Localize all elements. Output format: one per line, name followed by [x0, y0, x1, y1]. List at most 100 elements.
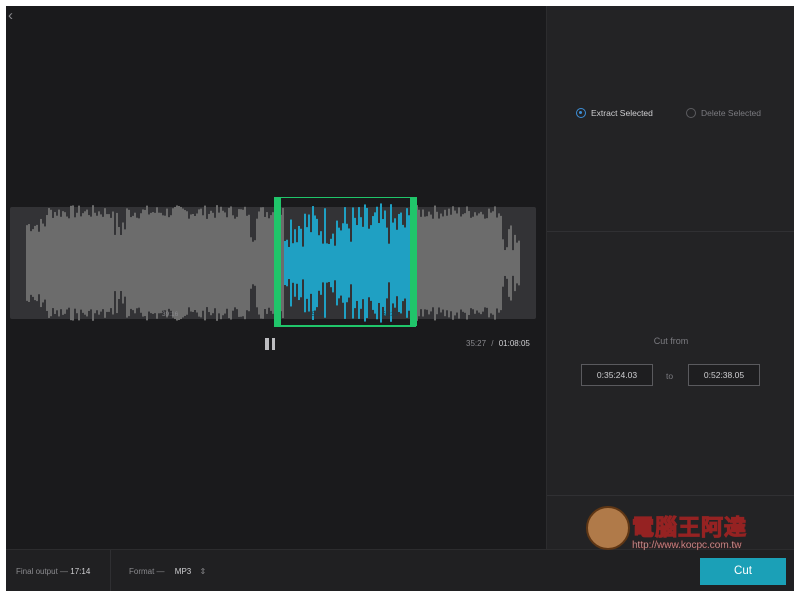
waveform-bar [364, 204, 366, 322]
waveform-bar [122, 222, 124, 304]
waveform-bar [28, 224, 30, 302]
selection-handle-right[interactable] [410, 197, 417, 326]
waveform-bar [262, 207, 264, 319]
waveform-bar [270, 215, 272, 311]
waveform-bar [96, 215, 98, 311]
waveform-bar [190, 214, 192, 312]
waveform-bar [348, 228, 350, 298]
waveform-bar [54, 212, 56, 314]
waveform-bar [208, 213, 210, 313]
waveform-bar [76, 212, 78, 314]
waveform-bar [334, 245, 336, 281]
waveform-bar [460, 216, 462, 310]
waveform-bar [384, 210, 386, 316]
waveform-bar [376, 206, 378, 320]
cut-from-label: Cut from [653, 336, 689, 346]
audio-waveform[interactable]: 39:16 45:58 50:39 [10, 197, 540, 329]
waveform-bar [30, 231, 32, 295]
back-icon[interactable]: ‹ [8, 8, 24, 24]
waveform-bar [116, 212, 118, 314]
waveform-bar [34, 225, 36, 301]
waveform-bar [214, 217, 216, 309]
waveform-bar [514, 234, 516, 292]
waveform-bar [268, 218, 270, 308]
waveform-bar [176, 205, 178, 321]
waveform-bar [74, 217, 76, 309]
end-time-input[interactable]: 0:52:38.05 [688, 364, 760, 386]
settings-panel: Extract Selected Delete Selected Cut fro… [546, 6, 794, 549]
waveform-bar [308, 214, 310, 312]
waveform-bar [372, 216, 374, 310]
waveform-bar [478, 213, 480, 313]
waveform-bar [350, 241, 352, 285]
waveform-bar [80, 216, 82, 310]
waveform-bar [356, 225, 358, 301]
waveform-bar [168, 217, 170, 309]
waveform-bar [398, 213, 400, 313]
waveform-bar [370, 225, 372, 301]
waveform-bar [58, 209, 60, 317]
waveform-bar [302, 246, 304, 280]
waveform-bar [162, 215, 164, 311]
section-divider [547, 495, 794, 496]
waveform-bar [472, 216, 474, 310]
waveform-panel: ‹ 39:16 45:58 50:39 35:27 / 01:08:05 [6, 6, 546, 549]
waveform-bar [264, 216, 266, 310]
selection-handle-left[interactable] [274, 197, 281, 326]
waveform-bar [374, 212, 376, 314]
waveform-bar [26, 225, 28, 301]
waveform-bar [272, 212, 274, 314]
extract-selected-option[interactable]: Extract Selected [576, 108, 653, 118]
waveform-bar [258, 211, 260, 315]
waveform-bar [212, 212, 214, 314]
waveform-bar [502, 239, 504, 287]
waveform-bar [84, 211, 86, 315]
waveform-bar [136, 217, 138, 309]
waveform-bar [196, 213, 198, 313]
waveform-bar [154, 212, 156, 314]
waveform-bar [240, 209, 242, 317]
waveform-bar [182, 208, 184, 318]
time-separator: / [491, 339, 494, 348]
toolbar-divider [110, 550, 111, 591]
waveform-bar [146, 205, 148, 321]
waveform-bar [492, 211, 494, 315]
current-time: 35:27 [466, 339, 487, 348]
waveform-bar [496, 217, 498, 309]
waveform-bar [144, 209, 146, 317]
waveform-bar [210, 210, 212, 316]
waveform-bar [480, 211, 482, 315]
waveform-bar [346, 223, 348, 303]
waveform-bar [172, 208, 174, 318]
waveform-bar [78, 205, 80, 321]
waveform-bar [42, 223, 44, 303]
updown-caret-icon: ⇕ [199, 567, 207, 576]
waveform-bar [294, 229, 296, 297]
watermark-title: 電腦王阿達 [631, 516, 748, 542]
radio-unchecked-icon [686, 108, 696, 118]
waveform-bar [452, 206, 454, 320]
waveform-bar [86, 209, 88, 317]
delete-selected-option[interactable]: Delete Selected [686, 108, 761, 118]
start-time-input[interactable]: 0:35:24.03 [581, 364, 653, 386]
format-selector[interactable]: Format — MP3 ⇕ [129, 567, 206, 576]
waveform-bar [108, 214, 110, 312]
waveform-bar [114, 234, 116, 292]
waveform-bar [500, 215, 502, 311]
waveform-bar [318, 235, 320, 291]
waveform-bar [336, 220, 338, 306]
waveform-bar [94, 212, 96, 314]
waveform-bar [504, 250, 506, 276]
waveform-bar [200, 208, 202, 318]
cut-button[interactable]: Cut [700, 558, 786, 585]
waveform-bar [134, 212, 136, 314]
waveform-bar [474, 212, 476, 314]
waveform-bar [310, 232, 312, 294]
pause-button[interactable] [265, 338, 277, 350]
waveform-bar [406, 208, 408, 318]
waveform-bar [254, 240, 256, 286]
waveform-bar [62, 211, 64, 315]
waveform-bar [266, 212, 268, 314]
waveform-bar [88, 215, 90, 311]
waveform-bar [326, 243, 328, 283]
